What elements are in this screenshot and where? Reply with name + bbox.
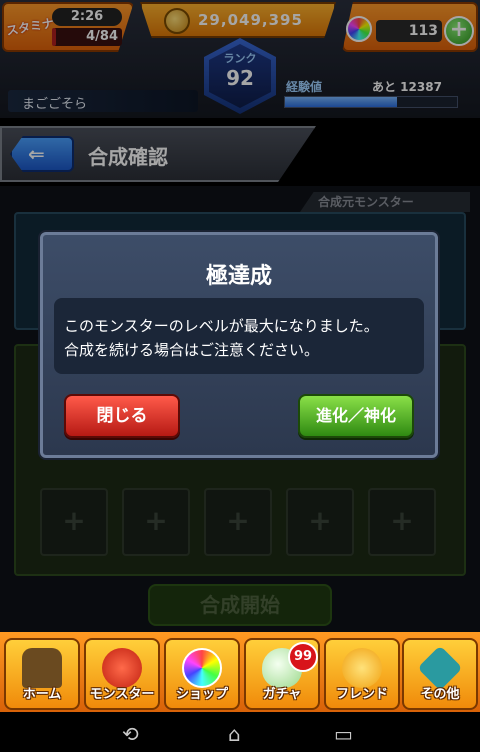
nav-label: フレンド — [335, 687, 388, 702]
nav-label: ガチャ — [262, 687, 302, 702]
monster-icon — [102, 648, 142, 688]
recents-icon[interactable]: ▭ — [334, 722, 353, 746]
nav-monster[interactable]: モンスター — [84, 638, 160, 710]
home-icon — [22, 648, 62, 688]
nav-label: その他 — [420, 687, 460, 702]
nav-home[interactable]: ホーム — [4, 638, 80, 710]
back-icon[interactable]: ⟲ — [122, 722, 139, 746]
nav-label: モンスター — [89, 687, 155, 702]
evolve-button[interactable]: 進化／神化 — [298, 394, 414, 438]
nav-label: ホーム — [22, 687, 62, 702]
dialog-message-line: このモンスターのレベルが最大になりました。 — [64, 317, 379, 335]
gacha-badge: 99 — [288, 642, 318, 672]
dialog-message: このモンスターのレベルが最大になりました。 合成を続ける場合はご注意ください。 — [64, 314, 416, 362]
shop-orb-icon — [182, 648, 222, 688]
nav-label: ショップ — [175, 687, 228, 702]
close-button[interactable]: 閉じる — [64, 394, 180, 438]
home-button-icon[interactable]: ⌂ — [228, 722, 241, 746]
nav-friend[interactable]: フレンド — [324, 638, 400, 710]
nav-other[interactable]: その他 — [402, 638, 478, 710]
friends-icon — [342, 648, 382, 688]
dialog-message-line: 合成を続ける場合はご注意ください。 — [64, 341, 320, 359]
dialog-title: 極達成 — [205, 264, 272, 289]
nav-shop[interactable]: ショップ — [164, 638, 240, 710]
